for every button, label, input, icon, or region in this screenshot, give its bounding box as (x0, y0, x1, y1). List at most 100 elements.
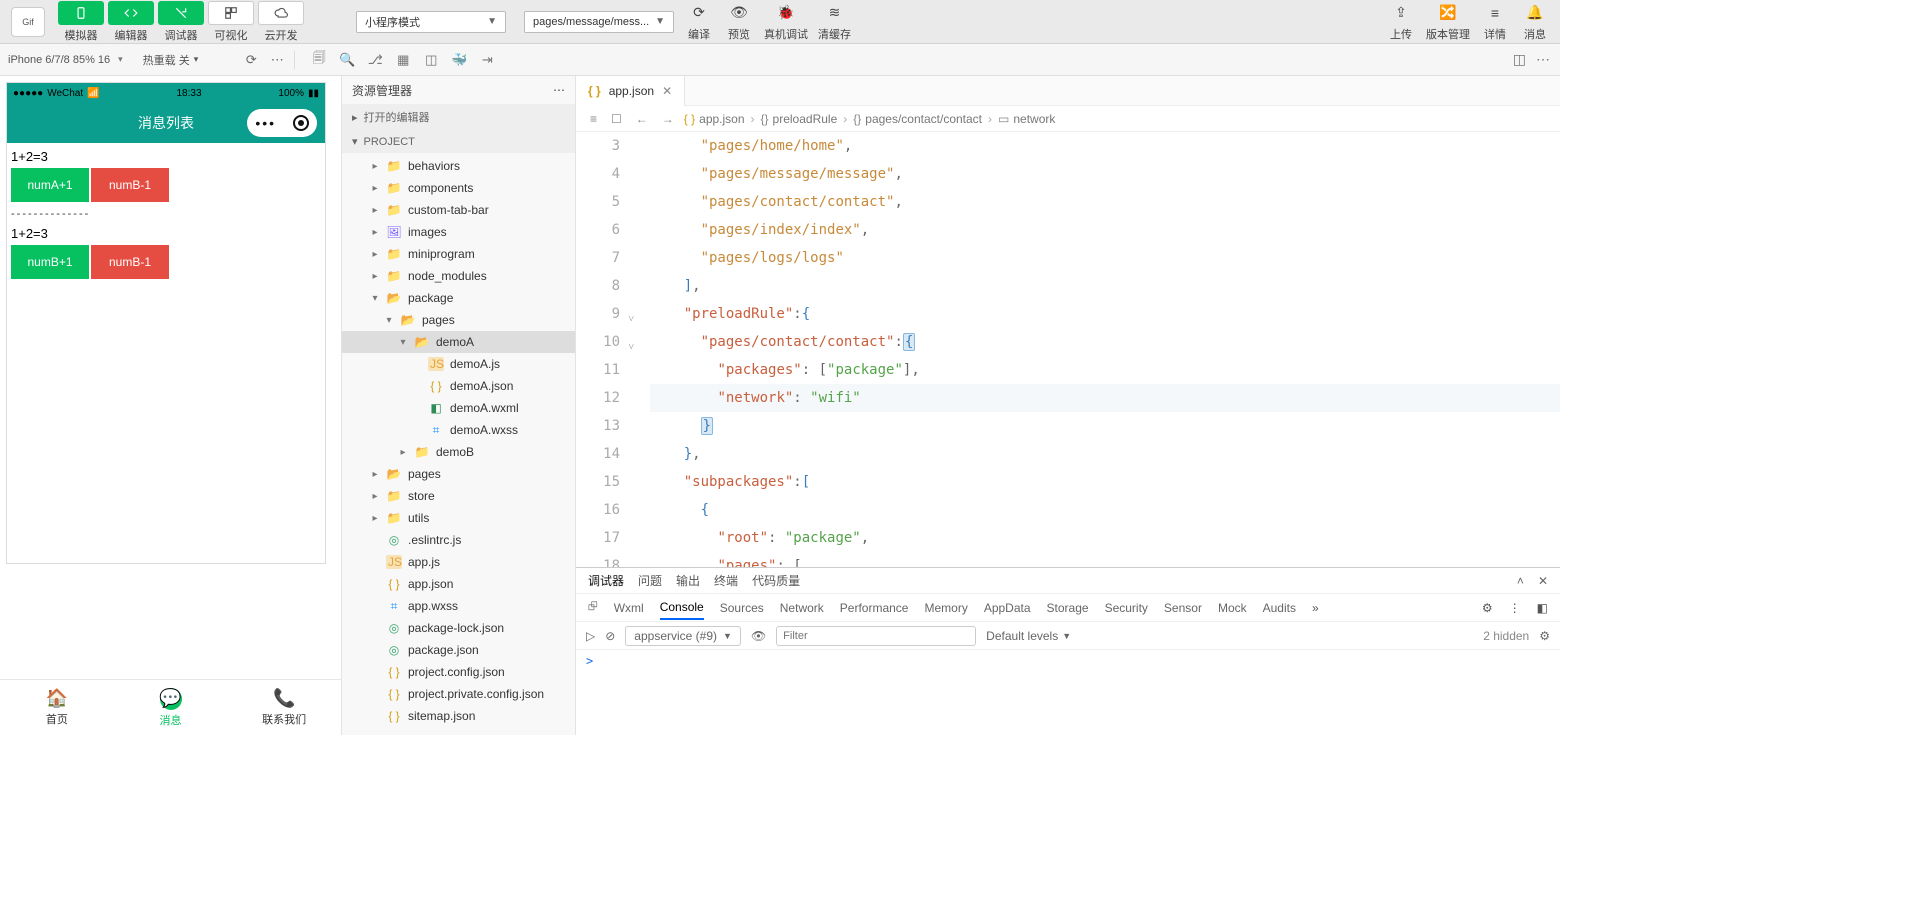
explorer-more-icon[interactable]: ⋯ (553, 83, 565, 97)
message-button[interactable]: 🔔 (1520, 2, 1550, 24)
devtab-output[interactable]: 输出 (676, 572, 700, 589)
close-icon[interactable]: ✕ (662, 84, 672, 98)
version-button[interactable]: 🔀 (1433, 2, 1463, 24)
compile-button[interactable]: ⟳ (684, 2, 714, 24)
tree-node[interactable]: ▸📁node_modules (342, 265, 575, 287)
devtab-quality[interactable]: 代码质量 (752, 572, 800, 589)
tab-cloud[interactable]: 云开发 (256, 27, 306, 43)
branch-icon[interactable]: ⎇ (365, 52, 385, 68)
layout-icon[interactable]: ◫ (1513, 51, 1526, 68)
page-select[interactable]: pages/message/mess... ▼ (524, 11, 674, 33)
tree-node[interactable]: JSdemoA.js (342, 353, 575, 375)
tab-message[interactable]: 💬消息 (114, 680, 228, 735)
num-b-plus-button[interactable]: numB+1 (11, 245, 89, 279)
tree-node[interactable]: { }project.private.config.json (342, 683, 575, 705)
list-icon[interactable]: ≡ (586, 112, 601, 126)
tree-node[interactable]: ▸📁utils (342, 507, 575, 529)
tab-debugger[interactable]: 调试器 (156, 27, 206, 43)
devtab-terminal[interactable]: 终端 (714, 572, 738, 589)
devtools-tab-storage[interactable]: Storage (1047, 597, 1089, 619)
tree-node[interactable]: ▾📂pages (342, 309, 575, 331)
tree-node[interactable]: ▾📂demoA (342, 331, 575, 353)
opened-editors-section[interactable]: ▸打开的编辑器 (342, 104, 575, 130)
devtab-problems[interactable]: 问题 (638, 572, 662, 589)
boxes-icon[interactable]: ▦ (393, 52, 413, 68)
more-icon[interactable]: ⋯ (264, 52, 290, 68)
chevron-up-icon[interactable]: ˄ (1517, 574, 1524, 588)
refresh-icon[interactable]: ⟳ (238, 52, 264, 68)
breadcrumb-item[interactable]: { }app.json (684, 112, 745, 126)
context-select[interactable]: appservice (#9)▼ (625, 626, 741, 646)
num-b-minus-button[interactable]: numB-1 (91, 168, 169, 202)
capsule-button[interactable]: ••• (247, 109, 317, 137)
tree-node[interactable]: ◎.eslintrc.js (342, 529, 575, 551)
breadcrumb-item[interactable]: ▭network (998, 112, 1055, 126)
export-icon[interactable]: ⇥ (477, 52, 497, 68)
filter-input[interactable] (776, 626, 976, 646)
kebab-icon[interactable]: ⋮ (1509, 601, 1521, 615)
tab-contact[interactable]: 📞联系我们 (227, 680, 341, 735)
tab-editor[interactable]: 编辑器 (106, 27, 156, 43)
nav-forward-icon[interactable]: → (658, 112, 678, 126)
file-tab[interactable]: { } app.json ✕ (576, 76, 685, 106)
ellipsis-icon[interactable]: ⋯ (1536, 51, 1550, 68)
real-debug-button[interactable]: 🐞 (771, 2, 801, 24)
code-area[interactable]: 3456789˅10˅1112131415161718 "pages/home/… (576, 132, 1560, 567)
hot-reload-toggle[interactable]: 热重载 关▾ (143, 52, 199, 68)
tree-node[interactable]: ▸📁demoB (342, 441, 575, 463)
devtools-tab-sensor[interactable]: Sensor (1164, 597, 1202, 619)
console-output[interactable]: > (576, 650, 1560, 735)
chevron-down-icon[interactable]: ▾ (118, 54, 123, 65)
preview-button[interactable]: 👁 (724, 2, 754, 24)
hidden-count[interactable]: 2 hidden (1483, 629, 1529, 643)
capsule-close-icon[interactable] (293, 115, 309, 131)
tree-node[interactable]: ▸📁components (342, 177, 575, 199)
tree-node[interactable]: ⌗demoA.wxss (342, 419, 575, 441)
tree-node[interactable]: { }sitemap.json (342, 705, 575, 727)
breadcrumb-item[interactable]: {}preloadRule (761, 112, 838, 126)
tree-node[interactable]: ▾📂package (342, 287, 575, 309)
visual-mode-button[interactable] (208, 1, 254, 25)
clear-cache-button[interactable]: ≋ (820, 2, 850, 24)
docker-icon[interactable]: 🐳 (449, 52, 469, 68)
tab-home[interactable]: 🏠首页 (0, 680, 114, 735)
tree-node[interactable]: ▸📁behaviors (342, 155, 575, 177)
devtools-tab-security[interactable]: Security (1105, 597, 1148, 619)
devtools-tab-console[interactable]: Console (660, 596, 704, 620)
tree-node[interactable]: { }demoA.json (342, 375, 575, 397)
inspect-icon[interactable]: ⮺ (588, 597, 598, 618)
tree-node[interactable]: { }app.json (342, 573, 575, 595)
tree-node[interactable]: JSapp.js (342, 551, 575, 573)
split-icon[interactable]: ◫ (421, 52, 441, 68)
levels-select[interactable]: Default levels▼ (986, 629, 1071, 643)
files-icon[interactable]: 🗐 (309, 49, 329, 71)
cloud-dev-button[interactable] (258, 1, 304, 25)
phone-mode-button[interactable] (58, 1, 104, 25)
tree-node[interactable]: ⌗app.wxss (342, 595, 575, 617)
tree-node[interactable]: ▸🖼images (342, 221, 575, 243)
devtools-tab-audits[interactable]: Audits (1263, 597, 1296, 619)
code-mode-button[interactable] (108, 1, 154, 25)
device-label[interactable]: iPhone 6/7/8 85% 16 (8, 54, 110, 66)
tree-node[interactable]: ▸📁store (342, 485, 575, 507)
dock-icon[interactable]: ◧ (1537, 601, 1548, 615)
debug-mode-button[interactable] (158, 1, 204, 25)
clear-icon[interactable]: ⊘ (605, 629, 615, 643)
tree-node[interactable]: { }project.config.json (342, 661, 575, 683)
bookmark-icon[interactable]: ☐ (607, 112, 626, 126)
more-tabs-icon[interactable]: » (1312, 601, 1319, 615)
play-icon[interactable]: ▷ (586, 629, 595, 643)
devtools-tab-appdata[interactable]: AppData (984, 597, 1031, 619)
tree-node[interactable]: ▸📁custom-tab-bar (342, 199, 575, 221)
avatar[interactable]: Gif (8, 2, 48, 42)
breadcrumb-item[interactable]: {}pages/contact/contact (853, 112, 982, 126)
nav-back-icon[interactable]: ← (632, 112, 652, 126)
mode-select[interactable]: 小程序模式 ▼ (356, 11, 506, 33)
devtools-tab-mock[interactable]: Mock (1218, 597, 1247, 619)
gear-icon[interactable]: ⚙ (1539, 629, 1550, 643)
devtools-tab-sources[interactable]: Sources (720, 597, 764, 619)
project-section[interactable]: ▾PROJECT (342, 130, 575, 153)
upload-button[interactable]: ⇪ (1386, 2, 1416, 24)
devtools-tab-performance[interactable]: Performance (840, 597, 909, 619)
tree-node[interactable]: ▸📂pages (342, 463, 575, 485)
